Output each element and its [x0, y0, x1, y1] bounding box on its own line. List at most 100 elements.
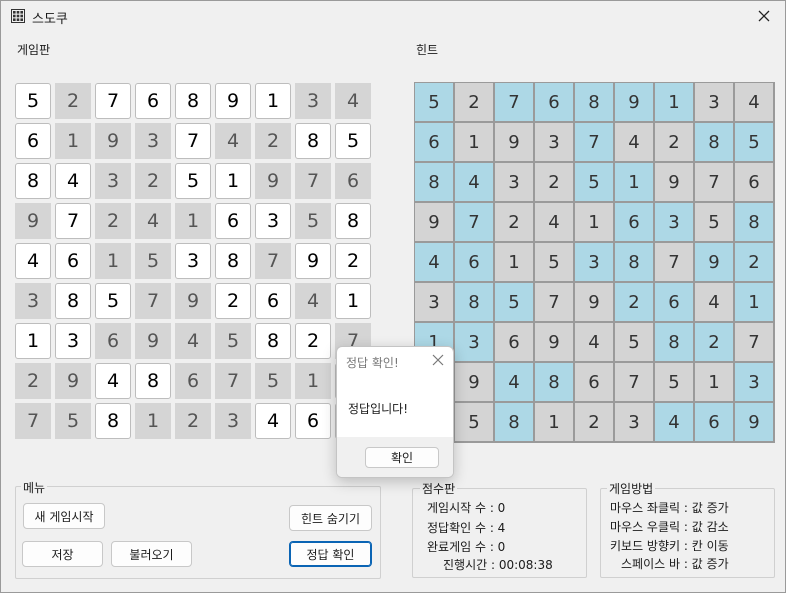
hint-cell: 4: [535, 203, 573, 241]
board-cell[interactable]: 6: [295, 403, 331, 439]
board-cell[interactable]: 5: [95, 283, 131, 319]
hint-cell: 6: [535, 83, 573, 121]
board-cell[interactable]: 8: [95, 403, 131, 439]
board-cell[interactable]: 6: [215, 203, 251, 239]
board-cell[interactable]: 3: [175, 243, 211, 279]
board-cell[interactable]: 8: [15, 163, 51, 199]
board-cell[interactable]: 4: [55, 163, 91, 199]
board-cell: 9: [175, 283, 211, 319]
board-cell[interactable]: 8: [215, 243, 251, 279]
hint-cell: 9: [455, 363, 493, 401]
board-label: 게임판: [17, 43, 51, 57]
hint-cell: 9: [655, 163, 693, 201]
board-cell[interactable]: 6: [255, 283, 291, 319]
hint-cell: 8: [655, 323, 693, 361]
board-cell[interactable]: 6: [55, 243, 91, 279]
board-cell[interactable]: 1: [15, 323, 51, 359]
board-cell: 2: [55, 83, 91, 119]
board-cell[interactable]: 1: [335, 283, 371, 319]
hint-cell: 6: [655, 283, 693, 321]
board-cell[interactable]: 4: [255, 403, 291, 439]
dialog-close-icon[interactable]: [431, 353, 445, 367]
hint-cell: 5: [455, 403, 493, 441]
new-game-button[interactable]: 새 게임시작: [23, 503, 105, 529]
board-cell[interactable]: 2: [295, 323, 331, 359]
board-cell[interactable]: 8: [335, 203, 371, 239]
board-cell: 3: [15, 283, 51, 319]
board-cell[interactable]: 8: [255, 323, 291, 359]
save-button[interactable]: 저장: [22, 541, 103, 567]
hint-cell: 8: [495, 403, 533, 441]
hint-cell: 2: [615, 283, 653, 321]
hint-cell: 8: [455, 283, 493, 321]
board-cell[interactable]: 2: [335, 243, 371, 279]
hint-cell: 6: [575, 363, 613, 401]
hide-hint-button[interactable]: 힌트 숨기기: [289, 505, 372, 531]
hint-cell: 7: [575, 123, 613, 161]
board-cell[interactable]: 6: [135, 83, 171, 119]
hint-cell: 2: [735, 243, 773, 281]
howto-line: 키보드 방향키 : 칸 이동: [610, 539, 729, 553]
board-cell[interactable]: 7: [95, 83, 131, 119]
hint-cell: 7: [655, 243, 693, 281]
hint-cell: 6: [615, 203, 653, 241]
board-cell: 1: [295, 363, 331, 399]
board-cell: 9: [135, 323, 171, 359]
board-cell[interactable]: 4: [15, 243, 51, 279]
hint-cell: 8: [415, 163, 453, 201]
hint-cell: 6: [455, 243, 493, 281]
board-cell[interactable]: 9: [295, 243, 331, 279]
window-close-button[interactable]: [743, 1, 785, 31]
board-cell[interactable]: 1: [255, 83, 291, 119]
hint-cell: 1: [535, 403, 573, 441]
howto-line: 마우스 우클릭 : 값 감소: [610, 520, 729, 534]
board-cell: 1: [135, 403, 171, 439]
board-cell[interactable]: 7: [175, 123, 211, 159]
board-cell: 5: [255, 363, 291, 399]
board-cell[interactable]: 7: [55, 203, 91, 239]
score-title: 점수판: [420, 480, 458, 497]
hint-cell: 3: [695, 83, 733, 121]
howto-line: 마우스 좌클릭 : 값 증가: [610, 501, 729, 515]
board-cell: 5: [295, 203, 331, 239]
hint-cell: 5: [575, 163, 613, 201]
board-cell[interactable]: 9: [215, 83, 251, 119]
board-cell[interactable]: 1: [215, 163, 251, 199]
board-cell[interactable]: 5: [15, 83, 51, 119]
board-cell[interactable]: 4: [95, 363, 131, 399]
hint-cell: 1: [455, 123, 493, 161]
hint-cell: 9: [535, 323, 573, 361]
hint-cell: 3: [535, 123, 573, 161]
close-icon: [758, 10, 770, 22]
board-cell: 1: [95, 243, 131, 279]
hint-cell: 4: [415, 243, 453, 281]
hint-cell: 5: [695, 203, 733, 241]
board-cell[interactable]: 8: [295, 123, 331, 159]
board-cell: 1: [175, 203, 211, 239]
hint-cell: 5: [735, 123, 773, 161]
hint-cell: 8: [575, 83, 613, 121]
hint-cell: 1: [655, 83, 693, 121]
load-button[interactable]: 불러오기: [111, 541, 192, 567]
hint-cell: 2: [455, 83, 493, 121]
hint-cell: 1: [615, 163, 653, 201]
board-cell: 7: [135, 283, 171, 319]
hint-cell: 2: [535, 163, 573, 201]
board-cell[interactable]: 5: [335, 123, 371, 159]
board-cell[interactable]: 8: [175, 83, 211, 119]
board-cell[interactable]: 8: [55, 283, 91, 319]
hint-cell: 4: [695, 283, 733, 321]
check-answer-button[interactable]: 정답 확인: [289, 541, 372, 567]
board-cell[interactable]: 5: [175, 163, 211, 199]
board-cell[interactable]: 8: [135, 363, 171, 399]
board-cell[interactable]: 2: [215, 283, 251, 319]
board-cell[interactable]: 6: [15, 123, 51, 159]
hint-label: 힌트: [416, 43, 439, 57]
board-cell: 3: [135, 123, 171, 159]
dialog-ok-button[interactable]: 확인: [365, 447, 439, 468]
board-cell[interactable]: 3: [55, 323, 91, 359]
board-cell: 4: [295, 283, 331, 319]
board-cell[interactable]: 3: [255, 203, 291, 239]
hint-cell: 7: [735, 323, 773, 361]
hint-cell: 3: [455, 323, 493, 361]
